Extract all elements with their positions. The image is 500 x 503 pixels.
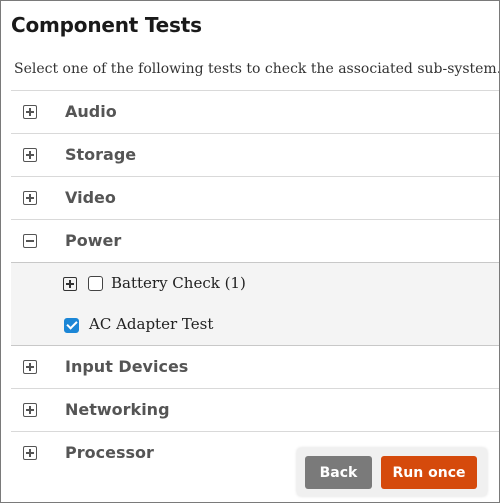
category-label: Audio <box>65 102 117 121</box>
test-category-list: Audio Storage Video Power Battery Check … <box>11 90 499 474</box>
category-label: Processor <box>65 443 154 462</box>
ac-adapter-checkbox[interactable] <box>64 318 79 333</box>
component-tests-panel: Component Tests Select one of the follow… <box>0 0 500 503</box>
back-button[interactable]: Back <box>305 456 372 489</box>
category-storage[interactable]: Storage <box>11 134 499 177</box>
test-item-label: Battery Check (1) <box>111 274 246 292</box>
action-button-bar: Back Run once <box>297 448 487 496</box>
page-title: Component Tests <box>11 13 202 37</box>
page-subtitle: Select one of the following tests to che… <box>14 61 500 77</box>
category-audio[interactable]: Audio <box>11 91 499 134</box>
category-label: Networking <box>65 400 170 419</box>
power-tests-group: Battery Check (1) AC Adapter Test <box>11 263 499 346</box>
category-label: Storage <box>65 145 137 164</box>
run-once-button[interactable]: Run once <box>381 456 477 489</box>
category-networking[interactable]: Networking <box>11 389 499 432</box>
category-label: Video <box>65 188 116 207</box>
expand-plus-icon[interactable] <box>63 277 77 291</box>
expand-plus-icon[interactable] <box>23 191 37 205</box>
test-item-label: AC Adapter Test <box>89 315 214 333</box>
category-power[interactable]: Power <box>11 220 499 263</box>
category-input-devices[interactable]: Input Devices <box>11 346 499 389</box>
expand-plus-icon[interactable] <box>23 105 37 119</box>
collapse-minus-icon[interactable] <box>23 234 37 248</box>
battery-check-checkbox[interactable] <box>88 276 103 291</box>
expand-plus-icon[interactable] <box>23 148 37 162</box>
test-item-battery-check[interactable]: Battery Check (1) <box>11 263 499 304</box>
test-item-ac-adapter[interactable]: AC Adapter Test <box>11 304 499 345</box>
expand-plus-icon[interactable] <box>23 360 37 374</box>
category-label: Power <box>65 231 122 250</box>
category-label: Input Devices <box>65 357 189 376</box>
expand-plus-icon[interactable] <box>23 403 37 417</box>
expand-plus-icon[interactable] <box>23 446 37 460</box>
category-video[interactable]: Video <box>11 177 499 220</box>
